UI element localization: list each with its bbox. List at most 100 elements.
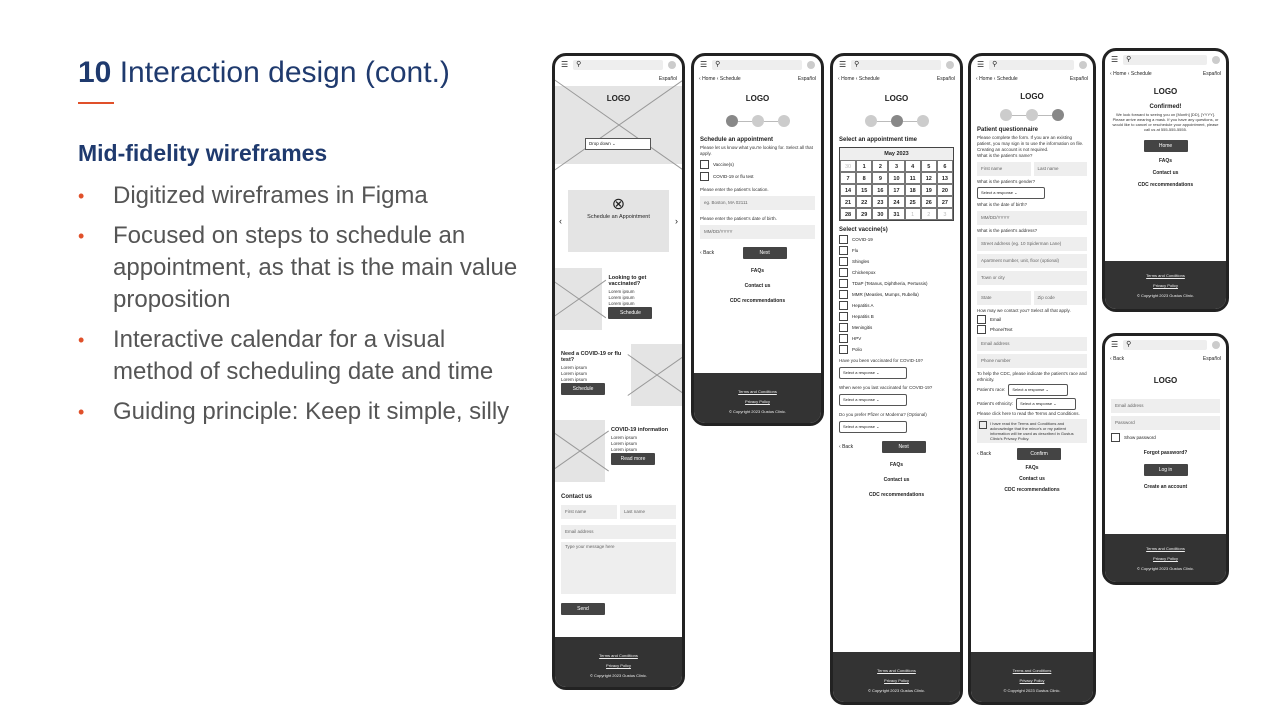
menu-icon[interactable]: ☰ — [839, 61, 846, 69]
avatar-icon[interactable] — [1079, 61, 1087, 69]
calendar-day[interactable]: 12 — [920, 172, 937, 184]
avatar-icon[interactable] — [807, 61, 815, 69]
apt-field[interactable]: Apartment number, unit, floor (optional) — [977, 254, 1087, 268]
vaccine-checkbox[interactable]: COVID-19 — [839, 235, 954, 244]
calendar-day[interactable]: 6 — [936, 160, 953, 172]
faqs-link[interactable]: FAQs — [1105, 158, 1226, 164]
response-select[interactable]: Select a response ⌄ — [839, 421, 907, 433]
chevron-left-icon[interactable]: ‹ — [699, 76, 701, 82]
cdc-link[interactable]: CDC recommendations — [971, 487, 1093, 493]
calendar-day[interactable]: 14 — [840, 184, 857, 196]
menu-icon[interactable]: ☰ — [1111, 341, 1118, 349]
password-field[interactable]: Password — [1111, 416, 1220, 430]
calendar-day[interactable]: 24 — [888, 196, 905, 208]
chevron-left-icon[interactable]: ‹ — [976, 76, 978, 82]
language-link[interactable]: Español — [1203, 71, 1221, 77]
privacy-link[interactable]: Privacy Policy — [694, 397, 821, 407]
calendar-day[interactable]: 5 — [920, 160, 937, 172]
cdc-link[interactable]: CDC recommendations — [833, 492, 960, 498]
last-name-field[interactable]: Last name — [1033, 162, 1087, 176]
terms-link[interactable]: Terms and Conditions — [694, 387, 821, 397]
schedule-button[interactable]: Schedule — [561, 383, 605, 395]
avatar-icon[interactable] — [668, 61, 676, 69]
street-field[interactable]: Street address (eg. 10 Spiderman Lane) — [977, 237, 1087, 251]
calendar-day[interactable]: 2 — [872, 160, 889, 172]
terms-link[interactable]: Terms and Conditions — [1105, 271, 1226, 281]
next-button[interactable]: Next — [742, 247, 787, 259]
first-name-field[interactable]: First name — [561, 505, 617, 519]
calendar-day[interactable]: 30 — [840, 160, 857, 172]
vaccine-checkbox[interactable]: Vaccine(s) — [700, 160, 815, 169]
calendar-day[interactable]: 31 — [888, 208, 905, 220]
privacy-link[interactable]: Privacy Policy — [1105, 554, 1226, 564]
location-field[interactable]: eg. Boston, MA 02111 — [700, 196, 815, 210]
privacy-link[interactable]: Privacy Policy — [833, 676, 960, 686]
home-button[interactable]: Home — [1143, 140, 1188, 152]
contact-link[interactable]: Contact us — [971, 476, 1093, 482]
calendar-day[interactable]: 1 — [904, 208, 921, 220]
vaccine-checkbox[interactable]: TDaP (Tetanus, Diphtheria, Pertussis) — [839, 279, 954, 288]
response-select[interactable]: Select a response ⌄ — [839, 394, 907, 406]
calendar-day[interactable]: 7 — [840, 172, 857, 184]
state-field[interactable]: State — [977, 291, 1031, 305]
calendar-day[interactable]: 1 — [856, 160, 873, 172]
search-input[interactable]: ⚲ — [712, 60, 802, 70]
menu-icon[interactable]: ☰ — [561, 61, 568, 69]
send-button[interactable]: Send — [561, 603, 605, 615]
calendar-day[interactable]: 23 — [872, 196, 889, 208]
avatar-icon[interactable] — [946, 61, 954, 69]
vaccine-checkbox[interactable]: HPV — [839, 334, 954, 343]
next-button[interactable]: Next — [881, 441, 926, 453]
calendar-day[interactable]: 25 — [904, 196, 921, 208]
back-link[interactable]: ‹ Back — [839, 444, 853, 450]
calendar-day[interactable]: 16 — [872, 184, 889, 196]
calendar-day[interactable]: 18 — [904, 184, 921, 196]
calendar-day[interactable]: 15 — [856, 184, 873, 196]
calendar-day[interactable]: 3 — [936, 208, 953, 220]
forgot-password-link[interactable]: Forgot password? — [1105, 450, 1226, 456]
terms-link[interactable]: Terms and Conditions — [555, 651, 682, 661]
chevron-left-icon[interactable]: ‹ — [838, 76, 840, 82]
contact-link[interactable]: Contact us — [694, 283, 821, 289]
calendar-day[interactable]: 9 — [872, 172, 889, 184]
privacy-link[interactable]: Privacy Policy — [1105, 281, 1226, 291]
calendar-day[interactable]: 29 — [856, 208, 873, 220]
search-input[interactable]: ⚲ — [989, 60, 1074, 70]
cdc-link[interactable]: CDC recommendations — [1105, 182, 1226, 188]
test-checkbox[interactable]: COVID-19 or flu test — [700, 172, 815, 181]
dob-field[interactable]: MM/DD/YYYY — [700, 225, 815, 239]
first-name-field[interactable]: First name — [977, 162, 1031, 176]
search-input[interactable]: ⚲ — [851, 60, 941, 70]
ethnicity-select[interactable]: Select a response ⌄ — [1016, 398, 1077, 410]
last-name-field[interactable]: Last name — [620, 505, 676, 519]
menu-icon[interactable]: ☰ — [977, 61, 984, 69]
faqs-link[interactable]: FAQs — [694, 268, 821, 274]
login-button[interactable]: Log in — [1143, 464, 1188, 476]
calendar-day[interactable]: 28 — [840, 208, 857, 220]
calendar-day[interactable]: 13 — [936, 172, 953, 184]
calendar-day[interactable]: 11 — [904, 172, 921, 184]
faqs-link[interactable]: FAQs — [833, 462, 960, 468]
message-field[interactable]: Type your message here — [561, 542, 676, 594]
contact-link[interactable]: Contact us — [1105, 170, 1226, 176]
calendar-day[interactable]: 26 — [920, 196, 937, 208]
terms-link[interactable]: Terms and Conditions — [1105, 544, 1226, 554]
search-input[interactable]: ⚲ — [1123, 340, 1207, 350]
calendar-day[interactable]: 3 — [888, 160, 905, 172]
vaccine-checkbox[interactable]: Shingles — [839, 257, 954, 266]
calendar-day[interactable]: 21 — [840, 196, 857, 208]
language-link[interactable]: Español — [1203, 356, 1221, 362]
menu-icon[interactable]: ☰ — [700, 61, 707, 69]
back-link[interactable]: ‹ Back — [700, 250, 714, 256]
vaccine-checkbox[interactable]: MMR (Measles, Mumps, Rubella) — [839, 290, 954, 299]
language-link[interactable]: Español — [1070, 76, 1088, 82]
calendar-day[interactable]: 20 — [936, 184, 953, 196]
chevron-right-icon[interactable]: › — [675, 216, 678, 226]
vaccine-checkbox[interactable]: Hepatitis A — [839, 301, 954, 310]
race-select[interactable]: Select a response ⌄ — [1008, 384, 1069, 396]
calendar-day[interactable]: 10 — [888, 172, 905, 184]
avatar-icon[interactable] — [1212, 56, 1220, 64]
language-link[interactable]: Español — [798, 76, 816, 82]
phone-field[interactable]: Phone number — [977, 354, 1087, 368]
calendar-day[interactable]: 19 — [920, 184, 937, 196]
